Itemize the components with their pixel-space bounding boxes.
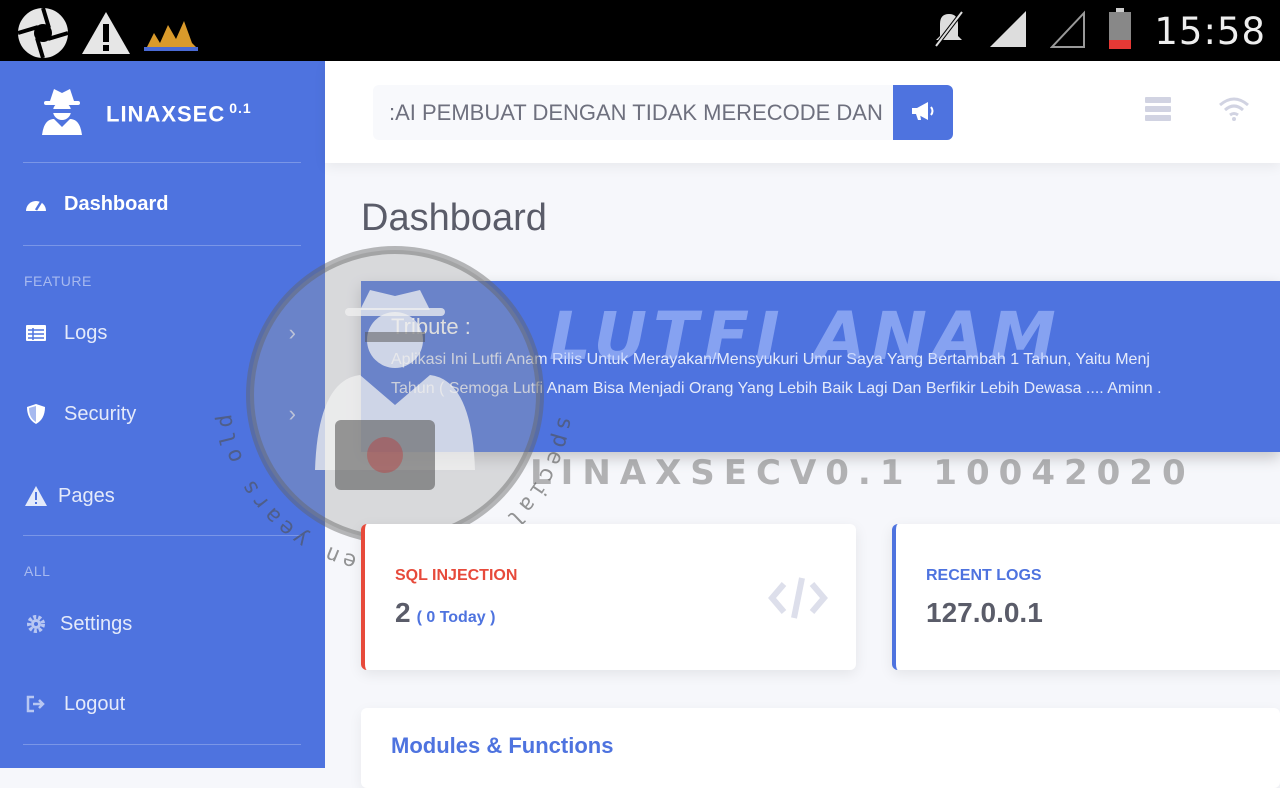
modules-panel: Modules & Functions bbox=[361, 708, 1280, 788]
shield-icon bbox=[24, 404, 48, 424]
aperture-icon bbox=[16, 6, 70, 65]
announcement-marquee[interactable] bbox=[373, 85, 893, 140]
sidebar-item-label: Logs bbox=[64, 321, 108, 344]
signal-icon bbox=[988, 9, 1028, 54]
warning-icon bbox=[24, 486, 48, 506]
brand-name: LINAXSEC 0.1 bbox=[106, 100, 252, 127]
card-value: 127.0.0.1 bbox=[926, 597, 1043, 628]
card-label: RECENT LOGS bbox=[926, 567, 1042, 584]
table-icon bbox=[24, 325, 48, 341]
chevron-right-icon: › bbox=[288, 320, 296, 345]
watermark-name: LUTFI ANAM bbox=[549, 298, 1062, 375]
sign-out-icon bbox=[24, 695, 48, 713]
brand-version: 0.1 bbox=[229, 99, 252, 116]
sidebar-item-dashboard[interactable]: Dashboard bbox=[24, 191, 304, 217]
sidebar-item-settings[interactable]: Settings bbox=[24, 611, 304, 637]
announcement-bar bbox=[373, 85, 953, 140]
tribute-title: Tribute : bbox=[391, 314, 471, 339]
sidebar-brand[interactable]: LINAXSEC 0.1 bbox=[40, 87, 252, 140]
mute-icon bbox=[932, 10, 966, 53]
status-bar: 15:58 bbox=[0, 0, 1280, 61]
topbar bbox=[325, 61, 1280, 163]
page-title: Dashboard bbox=[361, 197, 547, 239]
tachometer-icon bbox=[24, 195, 48, 213]
card-value: 2 ( 0 Today ) bbox=[395, 597, 495, 629]
section-heading-all: ALL bbox=[24, 563, 51, 579]
brand-name-text: LINAXSEC bbox=[106, 101, 226, 127]
sidebar-divider bbox=[23, 245, 301, 246]
bullhorn-icon bbox=[910, 100, 936, 125]
sidebar: LINAXSEC 0.1 Dashboard FEATURE Logs › Sec… bbox=[0, 61, 325, 768]
sidebar-item-logs[interactable]: Logs › bbox=[24, 320, 304, 346]
sidebar-item-pages[interactable]: Pages bbox=[24, 483, 304, 509]
app-icon bbox=[142, 13, 200, 58]
recent-logs-card[interactable]: RECENT LOGS 127.0.0.1 bbox=[892, 524, 1280, 670]
card-sub: ( 0 Today ) bbox=[416, 609, 496, 626]
sidebar-divider bbox=[23, 535, 301, 536]
signal-empty-icon bbox=[1050, 9, 1086, 54]
server-icon[interactable] bbox=[1145, 97, 1171, 126]
section-heading-feature: FEATURE bbox=[24, 273, 92, 289]
sql-injection-card[interactable]: SQL INJECTION 2 ( 0 Today ) bbox=[361, 524, 856, 670]
sidebar-divider bbox=[23, 744, 301, 745]
warning-icon bbox=[80, 10, 132, 61]
card-value-number: 2 bbox=[395, 597, 411, 628]
sidebar-item-label: Settings bbox=[60, 612, 133, 635]
modules-title: Modules & Functions bbox=[391, 733, 614, 758]
sidebar-item-label: Dashboard bbox=[64, 192, 169, 215]
gear-icon bbox=[24, 614, 48, 634]
card-label: SQL INJECTION bbox=[395, 567, 518, 584]
sidebar-item-label: Pages bbox=[58, 484, 115, 507]
battery-icon bbox=[1108, 8, 1132, 55]
tribute-line: Tahun ( Semoga Lutfi Anam Bisa Menjadi O… bbox=[391, 380, 1162, 397]
sidebar-item-label: Logout bbox=[64, 692, 126, 715]
user-secret-icon bbox=[40, 87, 84, 140]
watermark-version: LINAXSECV0.1 10042020 bbox=[530, 453, 1195, 493]
sidebar-item-security[interactable]: Security › bbox=[24, 401, 304, 427]
code-icon bbox=[768, 576, 828, 625]
clock: 15:58 bbox=[1154, 10, 1266, 53]
announce-button[interactable] bbox=[893, 85, 953, 140]
sidebar-divider bbox=[23, 162, 301, 163]
sidebar-item-label: Security bbox=[64, 402, 137, 425]
chevron-right-icon: › bbox=[288, 401, 296, 426]
wifi-icon[interactable] bbox=[1218, 97, 1250, 126]
sidebar-item-logout[interactable]: Logout bbox=[24, 691, 304, 717]
